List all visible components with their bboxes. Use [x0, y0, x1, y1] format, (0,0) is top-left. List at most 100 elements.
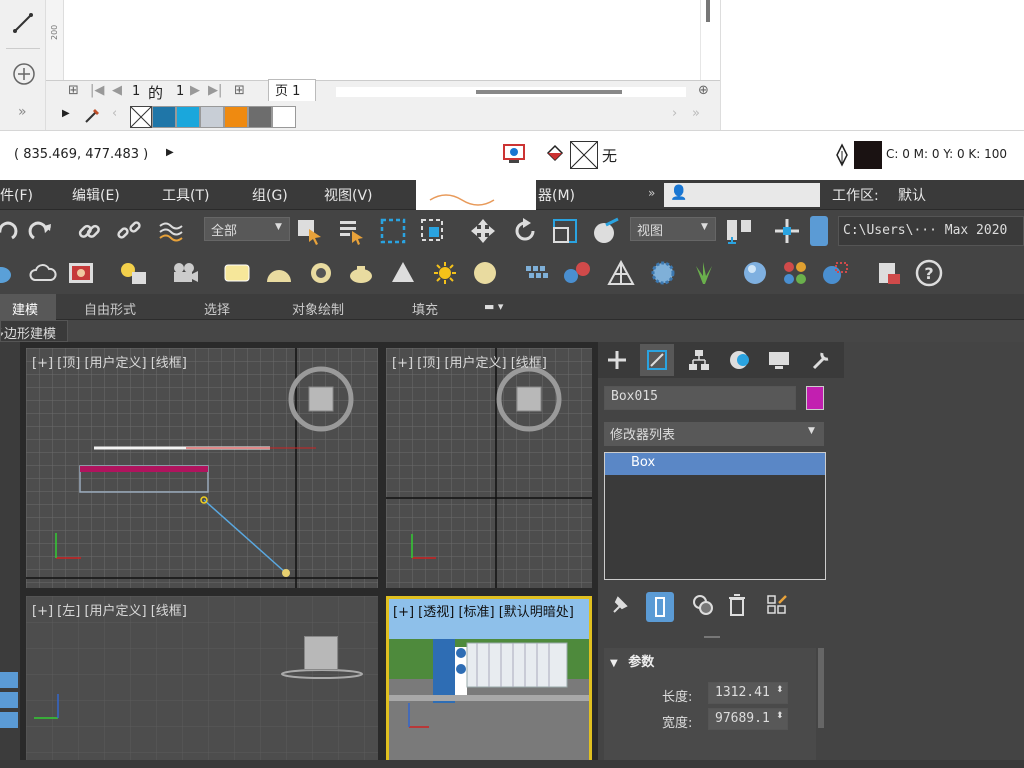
palette-scroll-left-icon[interactable]: ‹: [112, 106, 117, 121]
sphere-icon[interactable]: [470, 258, 500, 288]
link-icon[interactable]: [74, 216, 104, 246]
tab-modeling-label[interactable]: 建模: [12, 299, 38, 318]
stack-item-box[interactable]: Box: [605, 453, 825, 475]
rect-selection-icon[interactable]: [378, 216, 408, 246]
color-swatch[interactable]: [272, 106, 296, 128]
color-swatch[interactable]: [200, 106, 224, 128]
viewport-label[interactable]: [+] [顶] [用户定义] [线框]: [392, 352, 547, 371]
pin-stack-icon[interactable]: [604, 590, 634, 620]
login-dropdown[interactable]: 👤 登录 ▼: [664, 183, 820, 207]
outline-color-swatch[interactable]: [854, 141, 882, 169]
cone-icon[interactable]: [388, 258, 418, 288]
dome-icon[interactable]: [264, 258, 294, 288]
make-unique-icon[interactable]: [688, 590, 718, 620]
scrollbar-thumb[interactable]: [706, 0, 710, 22]
pivot-center-icon[interactable]: [724, 216, 754, 246]
viewcube-left[interactable]: [304, 636, 338, 670]
line-tool-icon[interactable]: [10, 10, 36, 36]
undo-icon[interactable]: [0, 216, 20, 246]
motion-tab-icon[interactable]: [724, 345, 754, 375]
teapot-icon[interactable]: [0, 258, 16, 288]
add-page-after-icon[interactable]: ⊞: [234, 83, 245, 98]
project-path-field[interactable]: C:\Users\··· Max 2020: [838, 216, 1024, 246]
expand-chevrons-icon[interactable]: »: [18, 104, 27, 120]
spinner-arrows-icon[interactable]: ⬍: [776, 685, 784, 695]
foliage-icon[interactable]: [688, 258, 718, 288]
place-icon[interactable]: [592, 216, 622, 246]
helper-icon[interactable]: [606, 258, 636, 288]
grid-particles-icon[interactable]: [522, 258, 552, 288]
tab-object-paint[interactable]: 对象绘制: [292, 299, 344, 318]
light-lister-icon[interactable]: [118, 258, 148, 288]
select-manipulate-icon[interactable]: [772, 216, 802, 246]
rollout-header[interactable]: ▼ 参数: [604, 648, 816, 672]
spinner-arrows-icon[interactable]: ⬍: [776, 711, 784, 721]
color-swatch[interactable]: [176, 106, 200, 128]
sun-icon[interactable]: [430, 258, 460, 288]
clipboard-icon[interactable]: [874, 258, 904, 288]
drawing-canvas[interactable]: [64, 0, 720, 80]
cloud-icon[interactable]: [28, 258, 58, 288]
viewport-left[interactable]: [+] [左] [用户定义] [线框]: [26, 596, 378, 768]
help-icon[interactable]: ?: [914, 258, 944, 288]
select-by-name-icon[interactable]: [336, 216, 366, 246]
prev-page-icon[interactable]: ◀: [112, 83, 122, 98]
rotate-icon[interactable]: [510, 216, 540, 246]
move-icon[interactable]: [468, 216, 498, 246]
torus-icon[interactable]: [306, 258, 336, 288]
eyedropper-icon[interactable]: [82, 106, 102, 126]
compound-icon[interactable]: [562, 258, 592, 288]
viewport-label[interactable]: [+] [透视] [标准] [默认明暗处]: [393, 601, 589, 620]
material-sphere-icon[interactable]: [740, 258, 770, 288]
status-expand-icon[interactable]: ▶: [166, 147, 174, 158]
viewport-top-right[interactable]: [+] [顶] [用户定义] [线框]: [386, 348, 592, 588]
viewport-top-left[interactable]: [+] [顶] [用户定义] [线框]: [26, 348, 378, 588]
menu-file[interactable]: 件(F): [0, 185, 33, 205]
tab-freeform[interactable]: 自由形式: [84, 299, 136, 318]
modify-tab-icon[interactable]: [640, 344, 674, 376]
palette-menu-icon[interactable]: ▶: [62, 108, 70, 119]
color-proof-icon[interactable]: [502, 143, 526, 165]
viewport-label[interactable]: [+] [左] [用户定义] [线框]: [32, 600, 187, 619]
zoom-icon[interactable]: ⊕: [698, 83, 709, 98]
display-tab-icon[interactable]: [764, 345, 794, 375]
keyboard-shortcut-toggle[interactable]: [810, 216, 828, 246]
object-color-swatch[interactable]: [806, 386, 824, 410]
menu-edit[interactable]: 编辑(E): [72, 185, 120, 205]
poly-modeling-panel[interactable]: 多边形建模: [0, 320, 68, 342]
pen-nib-icon[interactable]: [834, 143, 850, 167]
gear-sphere-icon[interactable]: [648, 258, 678, 288]
tab-selection[interactable]: 选择: [204, 299, 230, 318]
palette-expand-icon[interactable]: »: [692, 106, 700, 121]
time-slider[interactable]: [0, 760, 1024, 768]
add-tool-icon[interactable]: [12, 62, 36, 86]
reference-coord-dropdown[interactable]: 视图 ▼: [630, 217, 716, 241]
vertical-scrollbar[interactable]: [700, 0, 720, 80]
viewport-label[interactable]: [+] [顶] [用户定义] [线框]: [32, 352, 187, 371]
color-swatch[interactable]: [224, 106, 248, 128]
bind-space-warp-icon[interactable]: [156, 216, 186, 246]
redo-icon[interactable]: [26, 216, 56, 246]
next-page-icon[interactable]: ▶: [190, 83, 200, 98]
workspace-dropdown[interactable]: 默认: [892, 183, 1024, 207]
window-crossing-icon[interactable]: [418, 216, 448, 246]
hierarchy-tab-icon[interactable]: [684, 345, 714, 375]
color-swatch[interactable]: [248, 106, 272, 128]
select-object-icon[interactable]: [294, 216, 324, 246]
viewcube-top-left[interactable]: [288, 366, 354, 432]
create-tab-icon[interactable]: [602, 345, 632, 375]
material-editor-icon[interactable]: [780, 258, 810, 288]
palette-scroll-right-icon[interactable]: ›: [672, 106, 677, 121]
render-setup-icon[interactable]: [820, 258, 850, 288]
camera-icon[interactable]: [170, 258, 200, 288]
viewport-perspective[interactable]: [+] [透视] [标准] [默认明暗处]: [386, 596, 592, 768]
teapot-primitive-icon[interactable]: [346, 258, 376, 288]
show-end-result-icon[interactable]: [646, 592, 674, 622]
unlink-icon[interactable]: [114, 216, 144, 246]
color-swatch[interactable]: [152, 106, 176, 128]
selection-filter-dropdown[interactable]: 全部 ▼: [204, 217, 290, 241]
render-frame-icon[interactable]: [66, 258, 96, 288]
menu-modifiers[interactable]: 器(M): [538, 185, 575, 205]
last-page-icon[interactable]: ▶|: [208, 83, 222, 98]
remove-modifier-icon[interactable]: [722, 590, 752, 620]
